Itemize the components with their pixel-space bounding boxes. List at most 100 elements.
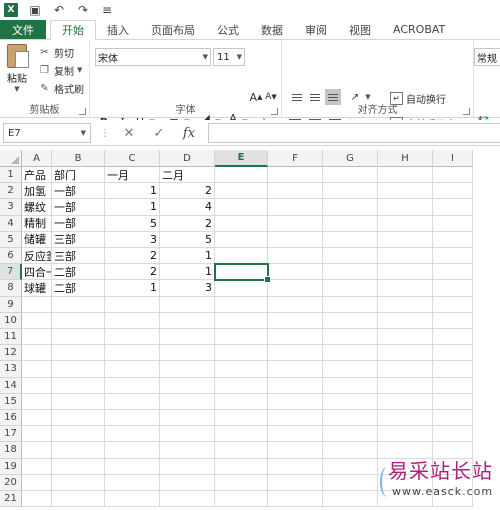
insert-function-icon[interactable]: fx	[178, 123, 200, 143]
cell-b16[interactable]	[52, 410, 105, 427]
save-icon[interactable]: ▣	[28, 3, 42, 17]
cell-b11[interactable]	[52, 329, 105, 346]
cell-e14[interactable]	[215, 377, 268, 394]
cell-g6[interactable]	[323, 248, 378, 265]
cell-d9[interactable]	[160, 296, 215, 313]
cell-a1[interactable]: 产品	[22, 167, 52, 184]
cell-d8[interactable]: 3	[160, 280, 215, 297]
cell-c8[interactable]: 1	[105, 280, 160, 297]
cell-i13[interactable]	[433, 361, 473, 378]
cell-d14[interactable]	[160, 377, 215, 394]
cell-a20[interactable]	[22, 474, 52, 491]
cell-h1[interactable]	[378, 167, 433, 184]
tab-formulas[interactable]: 公式	[206, 20, 250, 39]
cell-h15[interactable]	[378, 393, 433, 410]
cell-g3[interactable]	[323, 199, 378, 216]
column-header-i[interactable]: I	[433, 150, 473, 167]
row-header-1[interactable]: 1	[0, 167, 22, 184]
cell-i11[interactable]	[433, 329, 473, 346]
copy-button[interactable]: ❐ 复制 ▼	[38, 62, 82, 78]
cell-a2[interactable]: 加氢	[22, 183, 52, 200]
column-header-a[interactable]: A	[22, 150, 52, 167]
cell-h11[interactable]	[378, 329, 433, 346]
cell-c14[interactable]	[105, 377, 160, 394]
cut-button[interactable]: ✂ 剪切	[38, 44, 74, 60]
cell-c17[interactable]	[105, 426, 160, 443]
cell-a14[interactable]	[22, 377, 52, 394]
row-header-3[interactable]: 3	[0, 199, 22, 216]
cell-e12[interactable]	[215, 345, 268, 362]
cell-d11[interactable]	[160, 329, 215, 346]
tab-data[interactable]: 数据	[250, 20, 294, 39]
cell-d10[interactable]	[160, 312, 215, 329]
cell-d16[interactable]	[160, 410, 215, 427]
tab-view[interactable]: 视图	[338, 20, 382, 39]
cell-a17[interactable]	[22, 426, 52, 443]
cell-d13[interactable]	[160, 361, 215, 378]
cell-e21[interactable]	[215, 491, 268, 508]
cell-d5[interactable]: 5	[160, 231, 215, 248]
cell-d19[interactable]	[160, 458, 215, 475]
row-header-18[interactable]: 18	[0, 442, 22, 459]
cell-i9[interactable]	[433, 296, 473, 313]
formula-bar-splitter[interactable]: ⋮	[100, 128, 110, 139]
cell-c7[interactable]: 2	[105, 264, 160, 281]
cell-b10[interactable]	[52, 312, 105, 329]
cell-i12[interactable]	[433, 345, 473, 362]
column-header-h[interactable]: H	[378, 150, 433, 167]
redo-icon[interactable]: ↷	[76, 3, 90, 17]
cell-c13[interactable]	[105, 361, 160, 378]
cell-g7[interactable]	[323, 264, 378, 281]
cell-f21[interactable]	[268, 491, 323, 508]
cell-d6[interactable]: 1	[160, 248, 215, 265]
cell-h8[interactable]	[378, 280, 433, 297]
cell-b21[interactable]	[52, 491, 105, 508]
cell-f18[interactable]	[268, 442, 323, 459]
cell-e10[interactable]	[215, 312, 268, 329]
cell-d18[interactable]	[160, 442, 215, 459]
cell-a21[interactable]	[22, 491, 52, 508]
cell-e6[interactable]	[215, 248, 268, 265]
cell-b20[interactable]	[52, 474, 105, 491]
row-header-19[interactable]: 19	[0, 458, 22, 475]
cell-b19[interactable]	[52, 458, 105, 475]
cell-e7[interactable]	[215, 264, 268, 281]
cell-h2[interactable]	[378, 183, 433, 200]
cell-g15[interactable]	[323, 393, 378, 410]
cell-i1[interactable]	[433, 167, 473, 184]
cell-e11[interactable]	[215, 329, 268, 346]
decrease-font-size-button[interactable]: A ▼	[264, 88, 278, 106]
bottom-align-icon[interactable]	[325, 89, 341, 105]
cell-h5[interactable]	[378, 231, 433, 248]
paste-button[interactable]: 粘贴 ▼	[4, 44, 30, 94]
cell-g10[interactable]	[323, 312, 378, 329]
row-header-16[interactable]: 16	[0, 410, 22, 427]
formula-input[interactable]	[208, 123, 500, 143]
cell-h6[interactable]	[378, 248, 433, 265]
name-box[interactable]: E7 ▼	[3, 123, 91, 143]
font-name-select[interactable]: 宋体 ▼	[95, 48, 211, 66]
select-all-button[interactable]	[0, 150, 22, 167]
cell-e3[interactable]	[215, 199, 268, 216]
row-header-8[interactable]: 8	[0, 280, 22, 297]
cell-f4[interactable]	[268, 215, 323, 232]
cell-c3[interactable]: 1	[105, 199, 160, 216]
cell-a13[interactable]	[22, 361, 52, 378]
cell-b2[interactable]: 一部	[52, 183, 105, 200]
row-header-12[interactable]: 12	[0, 345, 22, 362]
cell-e5[interactable]	[215, 231, 268, 248]
cell-a16[interactable]	[22, 410, 52, 427]
cell-a12[interactable]	[22, 345, 52, 362]
cell-d21[interactable]	[160, 491, 215, 508]
cell-h12[interactable]	[378, 345, 433, 362]
cell-g2[interactable]	[323, 183, 378, 200]
cell-e16[interactable]	[215, 410, 268, 427]
cell-f5[interactable]	[268, 231, 323, 248]
cell-g5[interactable]	[323, 231, 378, 248]
cell-d17[interactable]	[160, 426, 215, 443]
row-header-13[interactable]: 13	[0, 361, 22, 378]
cell-c6[interactable]: 2	[105, 248, 160, 265]
cell-c16[interactable]	[105, 410, 160, 427]
cell-h13[interactable]	[378, 361, 433, 378]
cell-f20[interactable]	[268, 474, 323, 491]
